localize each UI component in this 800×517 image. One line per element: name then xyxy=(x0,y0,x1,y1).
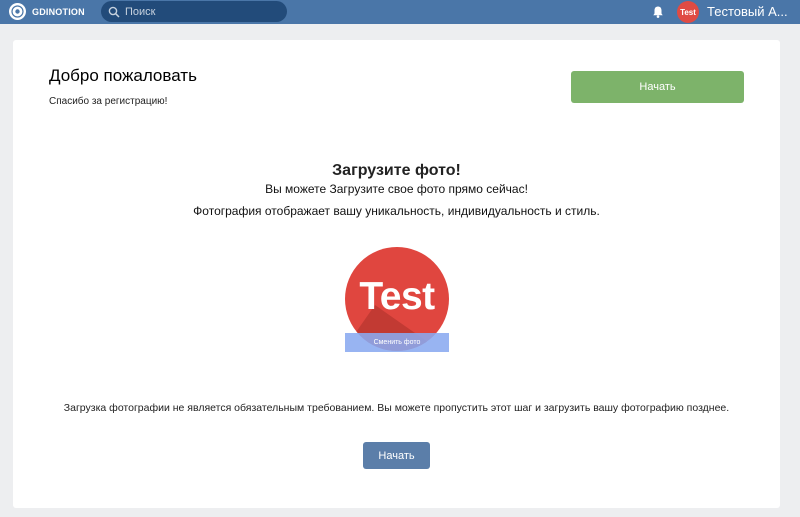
change-photo-button[interactable]: Сменить фото xyxy=(345,333,449,352)
profile-photo[interactable]: Test Сменить фото xyxy=(345,247,449,352)
upload-title: Загрузите фото! xyxy=(332,162,461,179)
photo-text: Test xyxy=(359,275,435,318)
search-icon xyxy=(108,6,120,18)
upload-description-2: Фотография отображает вашу уникальность,… xyxy=(193,204,600,218)
welcome-card: Добро пожаловать Спасибо за регистрацию!… xyxy=(13,40,780,508)
logo-text: GDINOTION xyxy=(32,6,85,17)
welcome-subtitle: Спасибо за регистрацию! xyxy=(49,96,168,107)
username[interactable]: Тестовый А... xyxy=(707,4,788,19)
upload-description: Вы можете Загрузите свое фото прямо сейч… xyxy=(265,182,528,196)
search-input[interactable] xyxy=(125,5,285,18)
page-title: Добро пожаловать xyxy=(49,66,197,85)
top-bar: GDINOTION Test Тестовый А... xyxy=(0,0,800,24)
upload-note: Загрузка фотографии не является обязател… xyxy=(63,402,730,414)
search-box[interactable] xyxy=(101,1,287,22)
bell-icon[interactable] xyxy=(651,5,665,19)
logo[interactable]: GDINOTION xyxy=(9,3,85,20)
globe-icon xyxy=(9,3,26,20)
start-button-top[interactable]: Начать xyxy=(571,71,744,103)
avatar[interactable]: Test xyxy=(677,1,699,23)
start-button-bottom[interactable]: Начать xyxy=(363,442,430,469)
avatar-text: Test xyxy=(680,7,696,17)
